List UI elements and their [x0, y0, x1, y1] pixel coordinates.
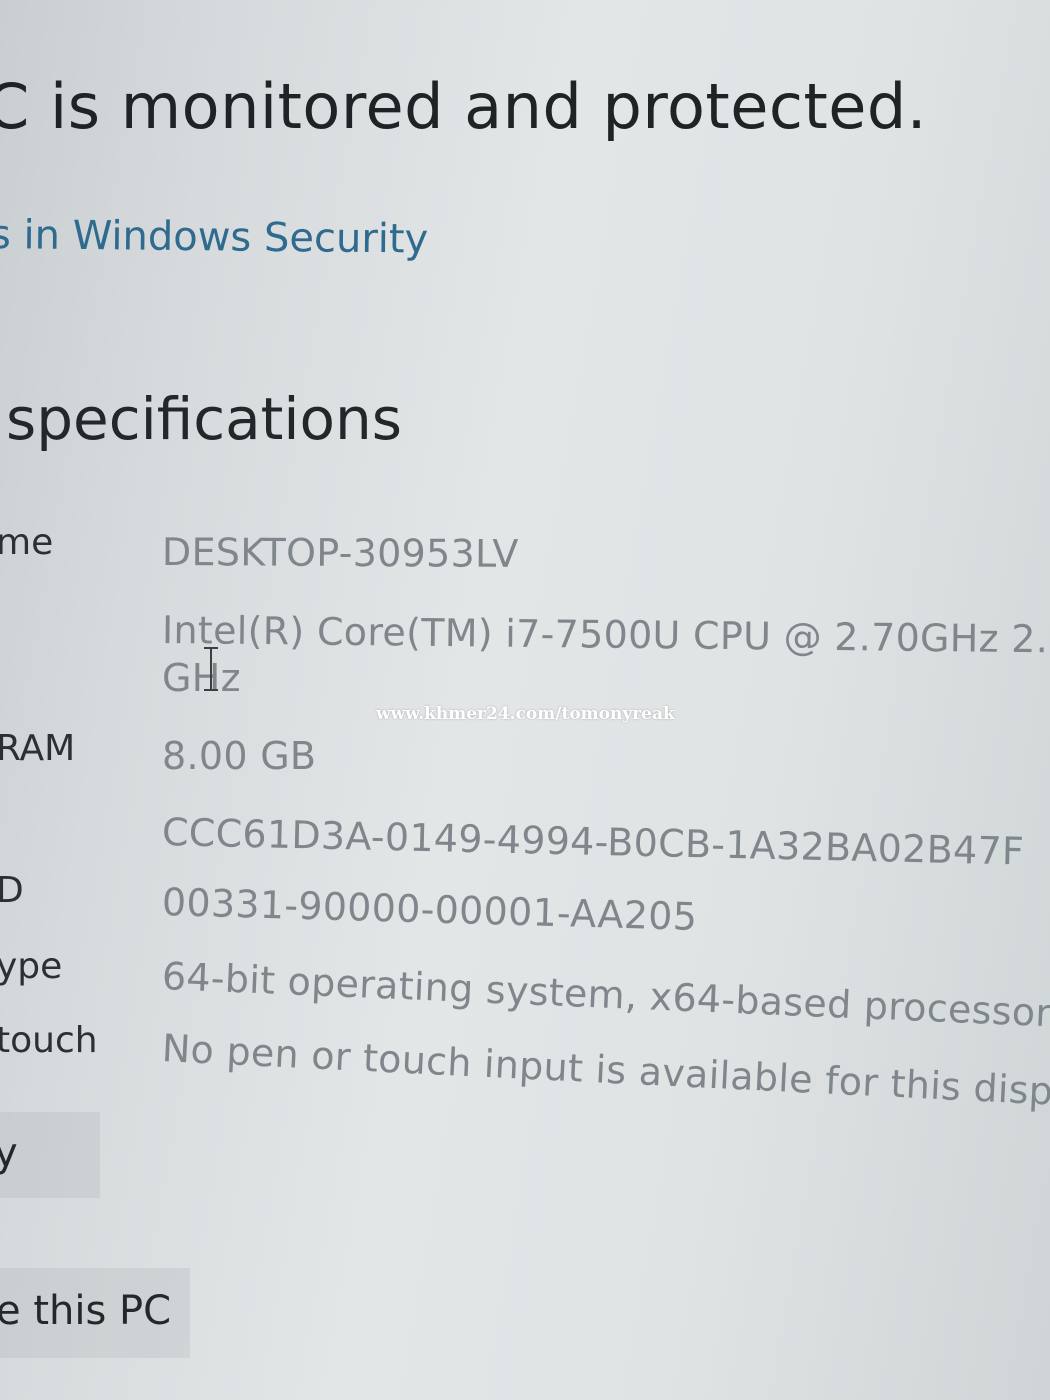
- spec-label-device-name: me: [0, 522, 54, 563]
- spec-value-pen-touch[interactable]: No pen or touch input is available for t…: [161, 1026, 1050, 1115]
- system-about-screen: C is monitored and protected. s in Windo…: [0, 0, 1050, 1400]
- copy-button-label: y: [0, 1130, 18, 1176]
- spec-value-processor[interactable]: Intel(R) Core(TM) i7-7500U CPU @ 2.70GHz…: [162, 608, 1050, 662]
- spec-label-product-id: D: [0, 870, 24, 911]
- spec-label-pen-touch: touch: [0, 1020, 98, 1061]
- rename-pc-button[interactable]: e this PC: [0, 1268, 190, 1358]
- text-cursor-icon: [200, 645, 222, 693]
- spec-value-ram[interactable]: 8.00 GB: [162, 734, 316, 778]
- copy-button-area[interactable]: y: [0, 1112, 100, 1198]
- spec-label-ram: RAM: [0, 728, 76, 769]
- rename-pc-label: e this PC: [0, 1288, 172, 1334]
- spec-label-system-type: ype: [0, 946, 63, 987]
- spec-value-device-id[interactable]: CCC61D3A-0149-4994-B0CB-1A32BA02B47F: [162, 810, 1025, 874]
- spec-value-device-name[interactable]: DESKTOP-30953LV: [162, 530, 519, 576]
- specs-table: me DESKTOP-30953LV Intel(R) Core(TM) i7-…: [0, 0, 1050, 1400]
- watermark-text: www.khmer24.com/tomonyreak: [376, 704, 675, 724]
- spec-value-system-type[interactable]: 64-bit operating system, x64-based proce…: [161, 954, 1050, 1035]
- spec-value-product-id[interactable]: 00331-90000-00001-AA205: [161, 880, 697, 939]
